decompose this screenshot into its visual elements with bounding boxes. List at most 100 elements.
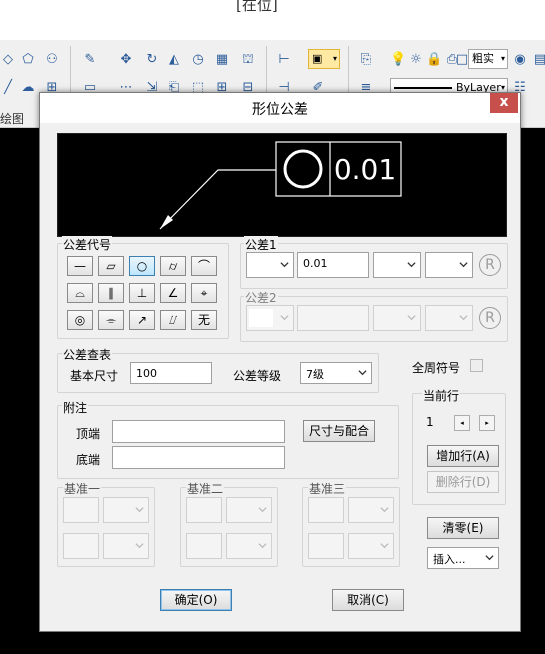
color-wheel-icon[interactable]: ◉: [512, 52, 528, 68]
lock-icon[interactable]: 🔒: [426, 52, 442, 68]
add-row-button[interactable]: 增加行(A): [427, 445, 499, 467]
symbol-button-cylindricity[interactable]: ⌭: [160, 256, 186, 276]
tolerance1-label: 公差1: [244, 236, 278, 253]
symbol-button-none[interactable]: 无: [191, 310, 217, 330]
symbol-button-roundness[interactable]: ○: [129, 256, 155, 276]
symbol-button-profile-of-surface[interactable]: ⌓: [67, 283, 93, 303]
symmetry-icon: ⌯: [106, 313, 116, 327]
brush-icon[interactable]: ✎: [82, 52, 98, 68]
cancel-button[interactable]: 取消(C): [332, 589, 404, 611]
tolerance1-r-toggle[interactable]: R: [479, 254, 501, 276]
rotate-icon[interactable]: ↻: [144, 52, 160, 68]
datum3-material-select-1[interactable]: [348, 497, 394, 523]
datum1-value-input-1[interactable]: [63, 497, 99, 523]
preview-drawing: 0.01: [159, 141, 402, 230]
polygon-tool-icon[interactable]: ⬠: [20, 52, 36, 68]
tolerance1-value-input[interactable]: 0.01: [297, 252, 369, 278]
symbol-button-symmetry[interactable]: ⌯: [98, 310, 124, 330]
tolerance2-r-toggle[interactable]: R: [479, 307, 501, 329]
datum-label-2: 基准二: [186, 480, 225, 497]
size-fit-button[interactable]: 尺寸与配合: [303, 420, 375, 442]
datum3-material-select-2[interactable]: [348, 533, 394, 559]
tolerance2-diameter-select[interactable]: [246, 305, 294, 331]
datum2-value-input-1[interactable]: [186, 497, 222, 523]
basic-size-input[interactable]: 100: [130, 362, 212, 384]
top-note-input[interactable]: [112, 420, 285, 443]
datum3-value-input-1[interactable]: [308, 497, 344, 523]
symbol-button-flatness[interactable]: ▱: [98, 256, 124, 276]
mirror-icon[interactable]: ◭: [166, 52, 182, 68]
datum2-material-select-2[interactable]: [226, 533, 272, 559]
tolerance2-material-select[interactable]: [373, 305, 421, 331]
tolerance1-material-select[interactable]: [373, 252, 421, 278]
tolerance2-extra-select[interactable]: [425, 305, 473, 331]
app-title-bar: [在位]: [0, 0, 545, 40]
perpendicularity-icon: ⊥: [136, 286, 148, 300]
cloud-icon[interactable]: ☁: [20, 80, 36, 96]
parallelism-icon: ∥: [108, 286, 114, 300]
bulb-icon[interactable]: 💡: [390, 52, 406, 68]
tolerance2-value-input[interactable]: [297, 305, 369, 331]
array-icon[interactable]: ▦: [214, 52, 230, 68]
layer-icon[interactable]: ▤: [532, 52, 545, 68]
circular-runout-icon: ↗: [136, 313, 148, 327]
tolerance1-extra-select[interactable]: [425, 252, 473, 278]
profile-of-surface-icon: ⌓: [75, 286, 85, 300]
roundness-icon: ○: [136, 259, 148, 273]
stamp-icon[interactable]: ⛫: [240, 52, 256, 68]
dimension-icon[interactable]: ⊢: [276, 52, 292, 68]
around-symbol-checkbox[interactable]: [470, 359, 483, 372]
tolerance1-diameter-select[interactable]: [246, 252, 294, 278]
symbol-button-circular-runout[interactable]: ↗: [129, 310, 155, 330]
symbol-button-parallelism[interactable]: ∥: [98, 283, 124, 303]
current-row-label: 当前行: [422, 387, 461, 404]
line-tool-icon[interactable]: ╱: [0, 80, 16, 96]
user-icon[interactable]: ⚇: [44, 52, 60, 68]
datum1-material-select-1[interactable]: [103, 497, 149, 523]
tolerance2-label: 公差2: [244, 289, 278, 306]
move-icon[interactable]: ✥: [118, 52, 134, 68]
symbol-button-concentricity[interactable]: ◎: [67, 310, 93, 330]
rectangle-tool-icon[interactable]: ◇: [0, 52, 16, 68]
datum2-material-select-1[interactable]: [226, 497, 272, 523]
clear-button[interactable]: 清零(E): [427, 517, 499, 539]
prev-row-button[interactable]: ◂: [454, 415, 470, 431]
lookup-group-label: 公差查表: [62, 346, 113, 363]
datum3-value-input-2[interactable]: [308, 533, 344, 559]
grade-select[interactable]: 7级: [300, 362, 372, 384]
preview-value: 0.01: [334, 153, 396, 186]
dialog-titlebar: 形位公差 x: [40, 93, 520, 123]
close-button[interactable]: x: [490, 93, 518, 113]
geometric-tolerance-dialog: 形位公差 x 0.01 公差代号 — ▱ ○ ⌭ ⌒ ⌓ ∥ ⊥ ∠ ⌖ ◎ ⌯ ↗ ⌰ 无 公差1 0.0…: [39, 92, 521, 632]
window-title-fragment: [在位]: [236, 0, 278, 14]
symbol-button-total-runout[interactable]: ⌰: [160, 310, 186, 330]
around-symbol-label: 全周符号: [412, 361, 461, 375]
linetype-select[interactable]: 粗实 ▾: [468, 49, 508, 69]
timer-icon[interactable]: ◷: [190, 52, 206, 68]
dialog-title: 形位公差: [252, 102, 308, 118]
roundness-symbol-icon: [283, 149, 323, 189]
datum2-value-input-2[interactable]: [186, 533, 222, 559]
properties-icon[interactable]: ⎘: [358, 52, 374, 68]
delete-row-button[interactable]: 删除行(D): [427, 471, 499, 493]
insert-select[interactable]: 插入...: [427, 547, 499, 569]
symbol-button-straightness[interactable]: —: [67, 256, 93, 276]
sun-icon[interactable]: ☼: [408, 52, 424, 68]
position-icon: ⌖: [200, 286, 208, 300]
symbol-button-profile-of-line[interactable]: ⌒: [191, 256, 217, 276]
symbol-button-angularity[interactable]: ∠: [160, 283, 186, 303]
symbol-button-position[interactable]: ⌖: [191, 283, 217, 303]
basic-size-label: 基本尺寸: [70, 369, 119, 383]
straightness-icon: —: [74, 259, 86, 273]
bottom-note-input[interactable]: [112, 446, 285, 469]
next-row-button[interactable]: ▸: [479, 415, 495, 431]
ok-button[interactable]: 确定(O): [160, 589, 232, 611]
current-row-value: 1: [426, 415, 434, 429]
datum1-value-input-2[interactable]: [63, 533, 99, 559]
leader-line: [159, 169, 276, 230]
datum1-material-select-2[interactable]: [103, 533, 149, 559]
symbol-button-perpendicularity[interactable]: ⊥: [129, 283, 155, 303]
symbol-group-label: 公差代号: [62, 236, 113, 253]
angularity-icon: ∠: [167, 286, 179, 300]
tolerance-frame-tool[interactable]: ▣ ▾: [308, 49, 340, 69]
